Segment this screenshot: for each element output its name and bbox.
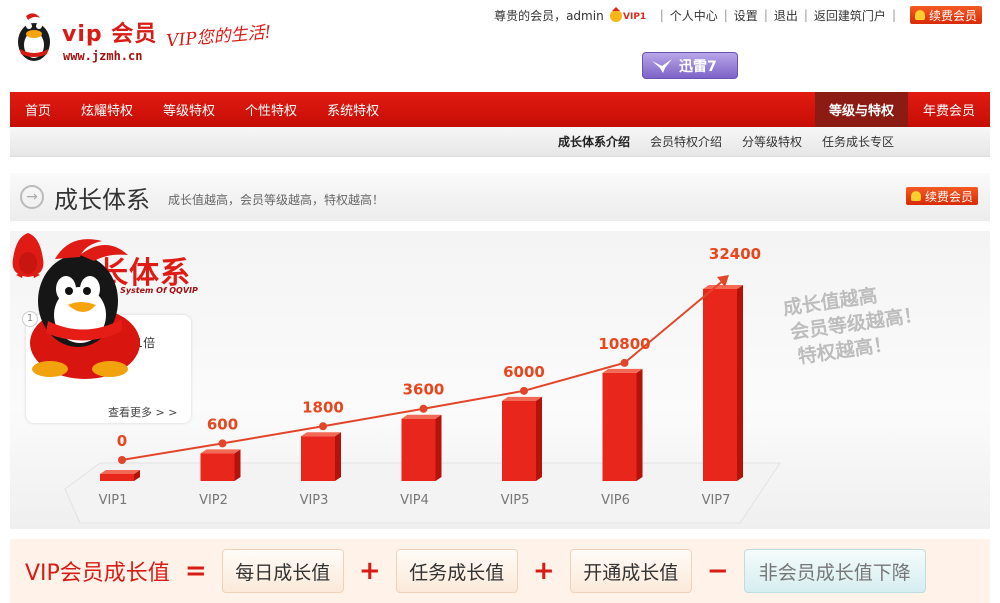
bar-side: [636, 368, 643, 481]
subnav-level-privilege[interactable]: 分等级特权: [742, 133, 802, 150]
renew-button-label: 续费会员: [928, 8, 977, 23]
growth-point: [118, 456, 126, 464]
bar-side: [335, 432, 341, 481]
nav-item-level-privilege[interactable]: 等级特权: [148, 92, 230, 127]
separator: |: [659, 8, 664, 22]
sub-nav: 成长体系介绍 会员特权介绍 分等级特权 任务成长专区: [10, 127, 990, 157]
chart-bar: [502, 400, 536, 481]
data-label: 0: [117, 432, 127, 450]
growth-point: [319, 422, 327, 431]
arrow-right-icon: →: [20, 185, 44, 209]
xunlei-bird-icon: [652, 58, 672, 73]
equals-sign: =: [184, 556, 207, 586]
plus-sign: +: [358, 556, 381, 586]
nav-item-show-privilege[interactable]: 炫耀特权: [66, 92, 148, 127]
link-back-portal[interactable]: 返回建筑门户: [814, 7, 886, 24]
x-axis-label: VIP2: [199, 493, 228, 508]
data-label: 6000: [503, 363, 545, 381]
x-axis-label: VIP7: [702, 493, 731, 508]
bar-top: [703, 285, 743, 289]
link-logout[interactable]: 退出: [774, 7, 798, 24]
bar-top: [602, 368, 643, 373]
bell-icon: [910, 191, 921, 201]
nav-item-home[interactable]: 首页: [10, 92, 66, 127]
renew-button-secondary[interactable]: 续费会员: [905, 187, 978, 205]
bar-top: [100, 470, 140, 474]
growth-panel: VIP1 VIP2 VIP3 VIP4 VIP5 VIP6 VIP7 0 600 1800 3600…: [10, 231, 990, 529]
x-axis-label: VIP4: [400, 493, 429, 508]
bar-side: [737, 285, 743, 481]
bar-top: [200, 449, 241, 454]
separator: |: [803, 8, 808, 22]
chart-bar: [401, 418, 436, 481]
link-personal-center[interactable]: 个人中心: [670, 7, 718, 24]
minus-sign: −: [706, 556, 729, 586]
bar-side: [536, 396, 542, 481]
formula-label: VIP会员成长值: [25, 561, 170, 586]
chart-bar: [602, 372, 637, 481]
penguin-mascot-icon: [30, 239, 140, 379]
greeting-text: 尊贵的会员，admin: [494, 8, 604, 23]
chart-bar: [100, 474, 134, 481]
renew-button-label: 续费会员: [924, 189, 973, 204]
bar-top: [301, 432, 341, 437]
section-description: 成长值越高，会员等级越高，特权越高！: [168, 192, 385, 207]
bar-side: [234, 449, 241, 481]
section-header: → 成长体系 成长值越高，会员等级越高，特权越高！ 续费会员: [10, 173, 990, 221]
bar-side: [435, 414, 442, 481]
link-settings[interactable]: 设置: [734, 7, 758, 24]
data-label: 600: [207, 415, 238, 433]
growth-formula: VIP会员成长值 = 每日成长值 + 任务成长值 + 开通成长值 − 非会员成长…: [10, 539, 990, 603]
subnav-privilege-intro[interactable]: 会员特权介绍: [650, 133, 722, 150]
xunlei-label: 迅雷7: [679, 58, 717, 75]
x-axis-label: VIP3: [300, 493, 329, 508]
separator: |: [891, 8, 896, 22]
chart-bar: [200, 453, 235, 481]
x-axis-label: VIP1: [99, 493, 128, 508]
x-axis-label: VIP6: [601, 493, 630, 508]
nav-item-system-privilege[interactable]: 系统特权: [312, 92, 394, 127]
non-member-decline-button[interactable]: 非会员成长值下降: [743, 549, 926, 593]
growth-point: [218, 439, 227, 448]
bar-top: [401, 414, 442, 419]
main-nav: 首页 炫耀特权 等级特权 个性特权 系统特权 等级与特权 年费会员: [10, 92, 990, 127]
subnav-growth-intro[interactable]: 成长体系介绍: [558, 133, 630, 150]
chart-bar: [301, 436, 335, 481]
nav-item-level-and-privilege[interactable]: 等级与特权: [814, 92, 908, 127]
chart-bar: [703, 289, 737, 481]
data-label: 10800: [598, 335, 650, 353]
view-more-link[interactable]: 查看更多 > >: [108, 404, 177, 420]
x-axis-label: VIP5: [501, 493, 530, 508]
bell-icon: [914, 10, 925, 20]
logo-text: vip 会员: [62, 22, 158, 47]
nav-item-personal-privilege[interactable]: 个性特权: [230, 92, 312, 127]
renew-button[interactable]: 续费会员: [909, 6, 982, 24]
separator: |: [763, 8, 768, 22]
page-title: 成长体系: [54, 185, 150, 214]
separator: |: [723, 8, 728, 22]
logo-slogan: VIP您的生活!: [165, 22, 273, 52]
growth-point: [520, 386, 528, 395]
page: vip 会员 www.jzmh.cn VIP您的生活! 尊贵的会员，admin …: [0, 0, 1000, 603]
bar-top: [502, 396, 542, 401]
plus-sign: +: [532, 556, 555, 586]
growth-point: [620, 358, 629, 367]
data-label: 32400: [709, 245, 761, 263]
nav-item-annual-member[interactable]: 年费会员: [908, 92, 990, 127]
open-growth-button[interactable]: 开通成长值: [569, 549, 692, 593]
data-label: 3600: [403, 381, 445, 399]
daily-growth-button[interactable]: 每日成长值: [221, 549, 344, 593]
top-nav: 尊贵的会员，admin VIP1 | 个人中心 | 设置 | 退出 | 返回建筑…: [494, 6, 982, 24]
growth-point: [419, 404, 428, 413]
xunlei-button[interactable]: 迅雷7: [642, 52, 738, 79]
subnav-task-growth[interactable]: 任务成长专区: [822, 133, 894, 150]
header: vip 会员 www.jzmh.cn VIP您的生活! 尊贵的会员，admin …: [0, 0, 1000, 92]
penguin-logo-icon: [18, 13, 50, 61]
task-growth-button[interactable]: 任务成长值: [395, 549, 518, 593]
logo-url: www.jzmh.cn: [63, 49, 143, 63]
svg-text:VIP1: VIP1: [623, 12, 646, 22]
vip-level-badge-icon: VIP1: [609, 7, 646, 22]
data-label: 1800: [302, 398, 344, 416]
